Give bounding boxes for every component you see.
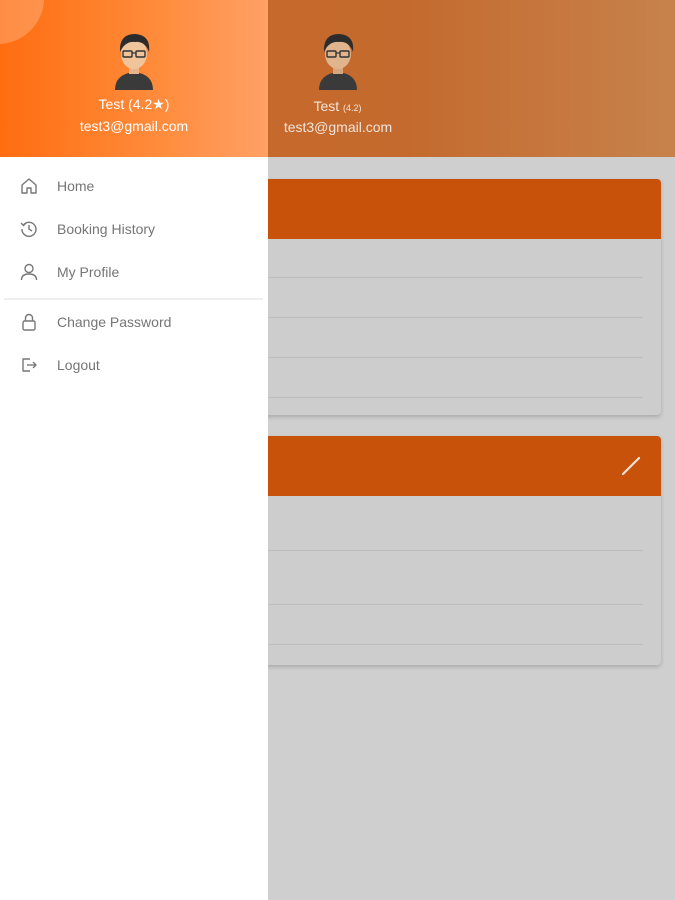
menu-label: Booking History [57,221,156,237]
user-icon [19,262,39,282]
menu-item-booking-history[interactable]: Booking History [0,209,268,249]
logout-icon [19,355,39,375]
card-divider [268,277,643,278]
drawer-header: Test (4.2★) test3@gmail.com [0,0,268,157]
card-divider [268,604,643,605]
card-divider [268,317,643,318]
card-divider [268,644,643,645]
menu-label: Home [57,178,95,194]
menu-label: Change Password [57,314,172,330]
menu-divider [4,298,263,300]
menu-label: Logout [57,357,100,373]
profile-name-text: Test [313,98,340,114]
menu-item-logout[interactable]: Logout [0,345,268,385]
app-screen: Test (4.2) test3@gmail.com Test (4.2★) t… [0,0,675,900]
menu-item-my-profile[interactable]: My Profile [0,252,268,292]
lock-icon [19,312,39,332]
profile-email: test3@gmail.com [283,119,393,135]
card-divider [268,397,643,398]
card-divider [268,550,643,551]
drawer-user-name: Test (4.2★) [98,96,170,112]
avatar-icon [115,34,153,90]
decorative-circle [0,0,44,44]
drawer-user-email: test3@gmail.com [79,118,189,134]
profile-name: Test (4.2) [275,98,400,114]
profile-rating: (4.2) [343,103,362,113]
history-icon [19,219,39,239]
menu-item-home[interactable]: Home [0,166,268,206]
menu-label: My Profile [57,264,120,280]
edit-icon[interactable] [619,452,645,478]
menu-item-change-password[interactable]: Change Password [0,302,268,342]
home-icon [19,176,39,196]
navigation-drawer: Test (4.2★) test3@gmail.com Home Booking… [0,0,268,900]
card-divider [268,357,643,358]
avatar-icon [319,34,357,90]
